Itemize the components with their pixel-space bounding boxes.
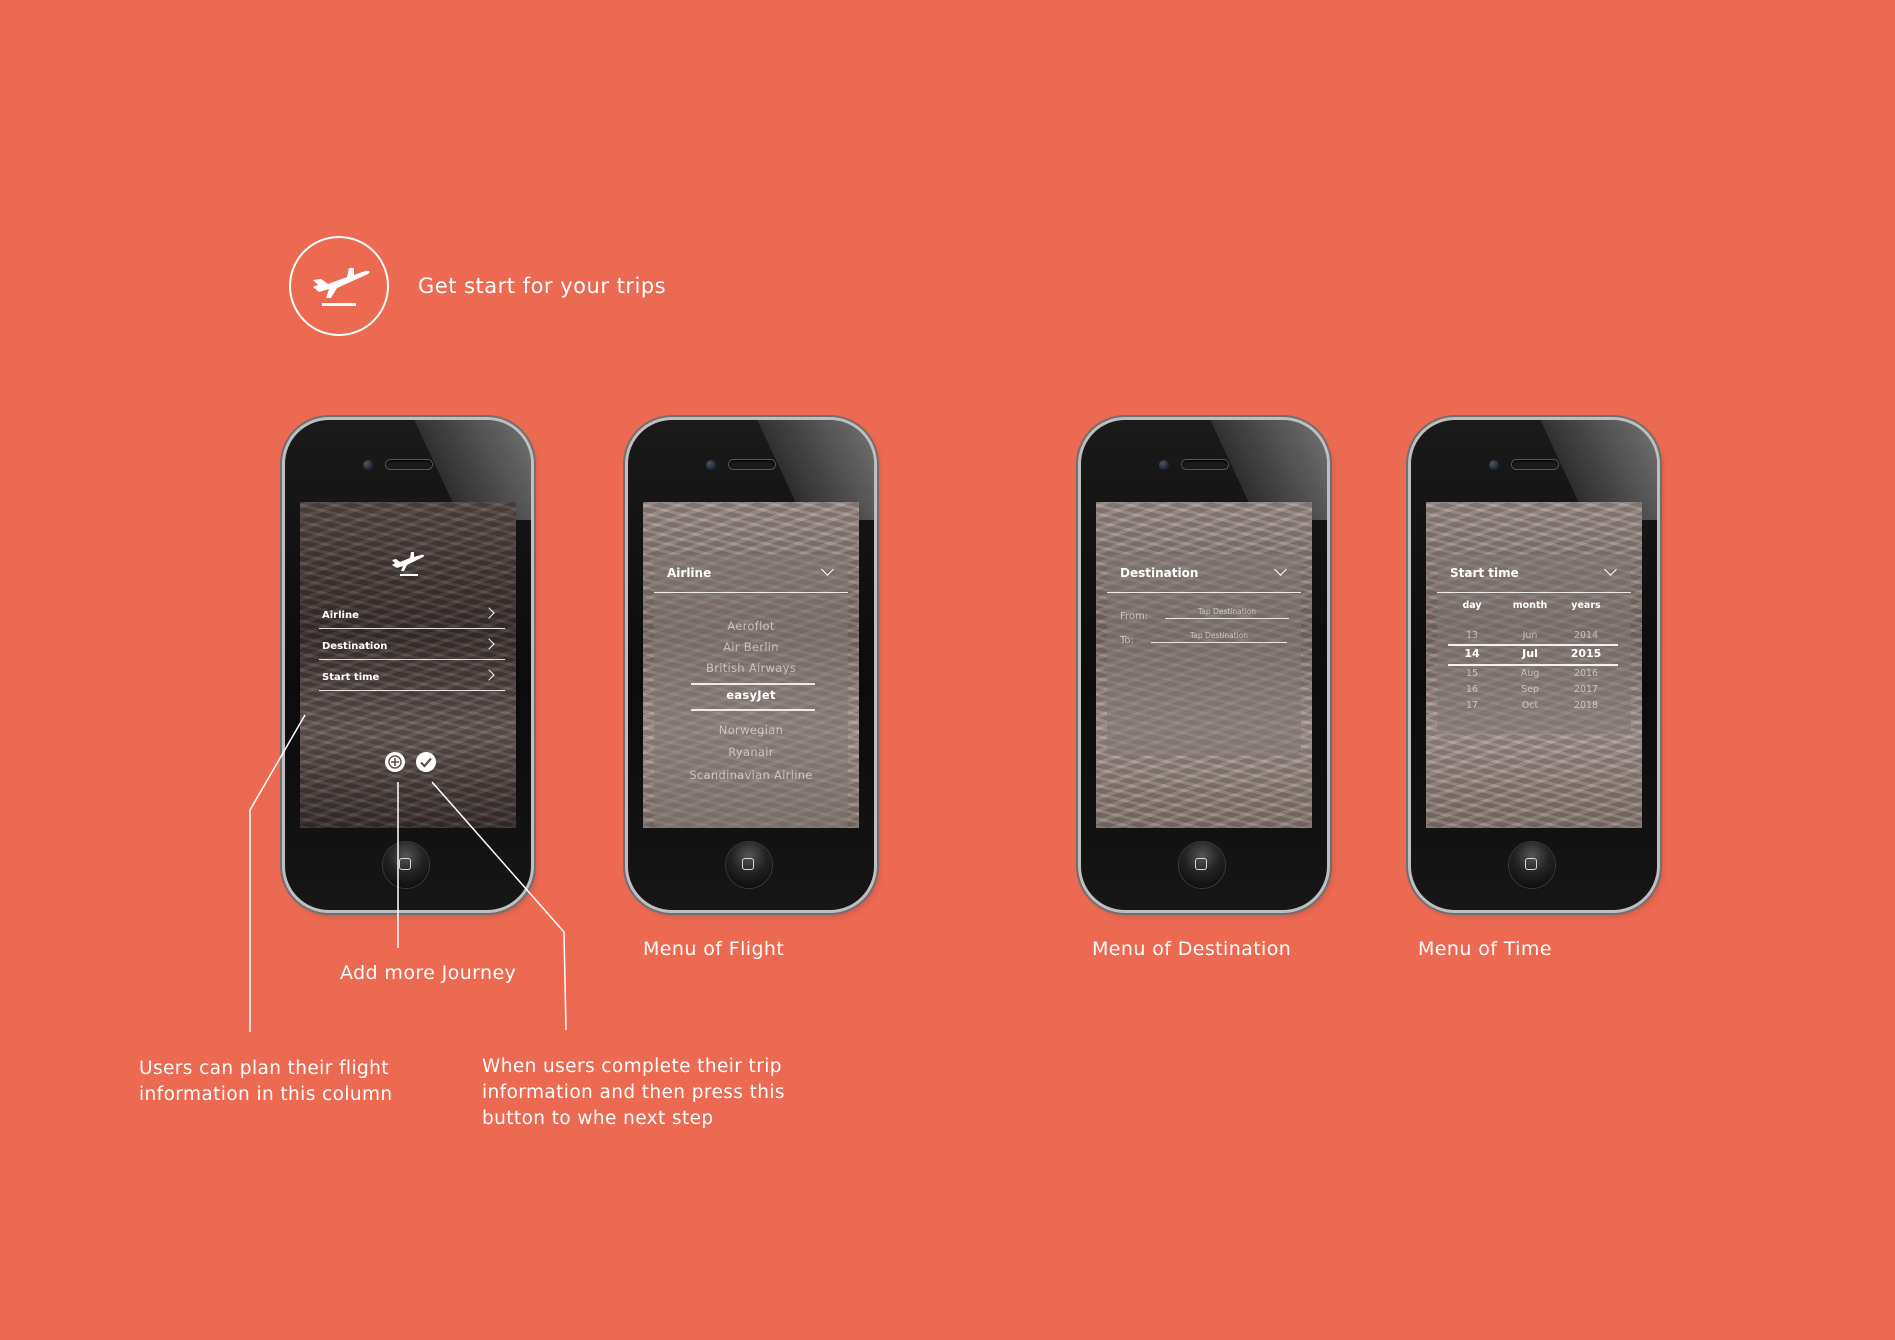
note-line: When users complete their trip <box>482 1056 782 1077</box>
caption-destination: Menu of Destination <box>1092 938 1292 960</box>
callout-lines <box>249 714 567 1032</box>
note-line: information and then press this <box>482 1082 785 1103</box>
callout-line-complete <box>431 781 567 1031</box>
note-plan: Users can plan their flight information … <box>139 1056 393 1108</box>
caption-add-journey: Add more Journey <box>340 962 517 984</box>
caption-time: Menu of Time <box>1418 938 1552 960</box>
note-line: button to whe next step <box>482 1108 714 1129</box>
note-complete: When users complete their trip informati… <box>482 1054 785 1132</box>
note-line: Users can plan their flight <box>139 1058 389 1079</box>
note-line: information in this column <box>139 1084 393 1105</box>
caption-flight: Menu of Flight <box>643 938 785 960</box>
callout-line-plan <box>249 714 306 1032</box>
